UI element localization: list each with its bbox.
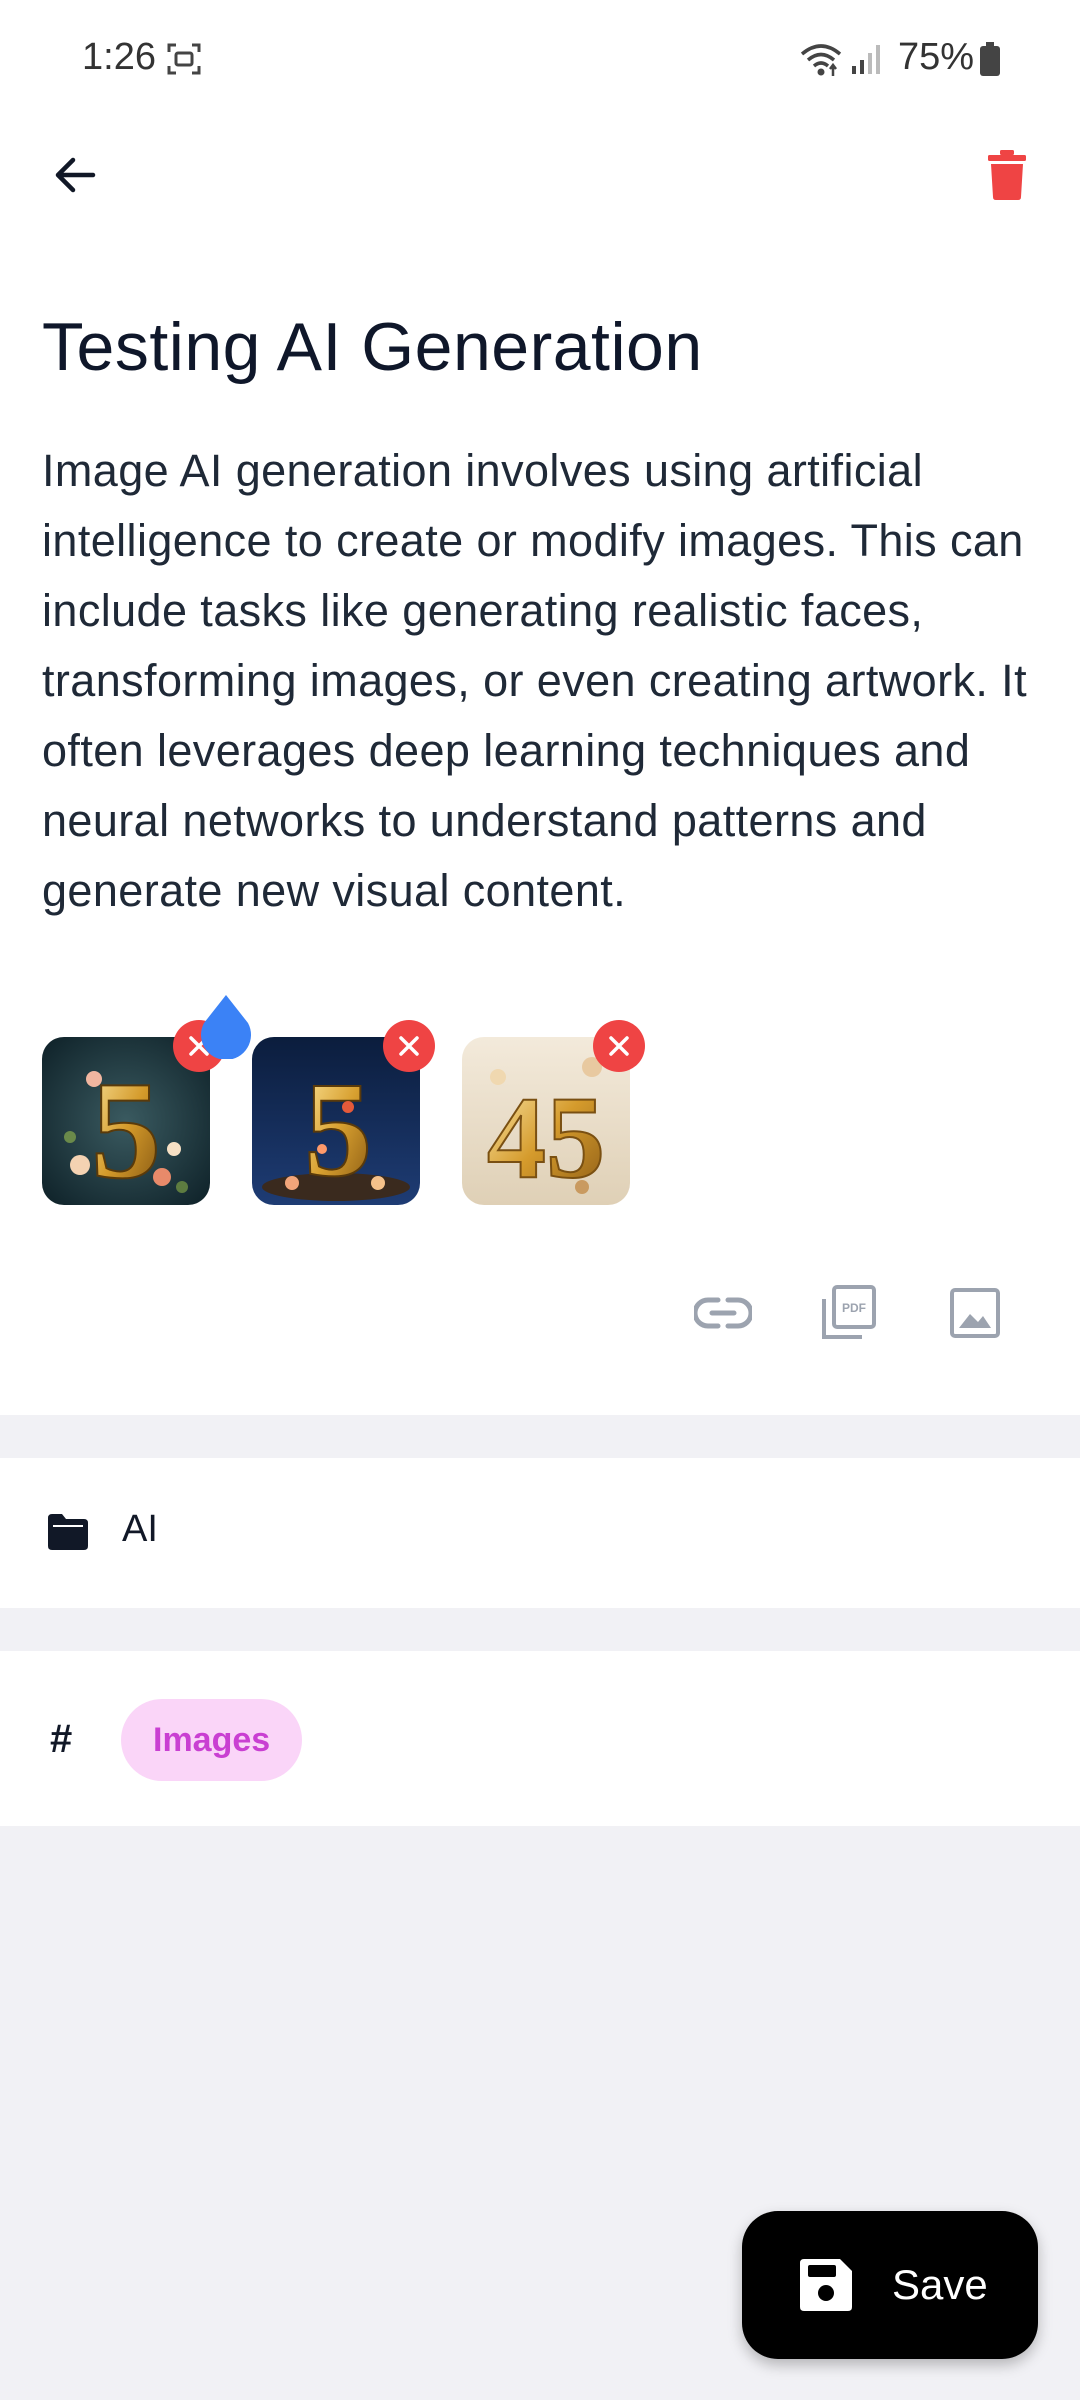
- tag-chip[interactable]: Images: [121, 1699, 303, 1781]
- add-link-button[interactable]: [693, 1283, 753, 1343]
- wifi-icon: [800, 44, 842, 76]
- link-icon: [694, 1297, 752, 1329]
- close-icon: [609, 1036, 629, 1056]
- note-title[interactable]: Testing AI Generation: [42, 308, 703, 386]
- delete-button[interactable]: [972, 140, 1042, 210]
- remove-image-button-3[interactable]: [593, 1020, 645, 1072]
- status-time: 1:26: [82, 36, 156, 78]
- back-button[interactable]: [40, 140, 110, 210]
- add-image-button[interactable]: [945, 1283, 1005, 1343]
- save-button[interactable]: Save: [742, 2211, 1038, 2359]
- add-pdf-button[interactable]: PDF: [818, 1283, 878, 1343]
- svg-text:5: 5: [91, 1053, 161, 1205]
- tags-row: # Images: [0, 1651, 1080, 1826]
- status-bar: 1:26 75%: [0, 0, 1080, 120]
- arrow-left-icon: [55, 157, 96, 193]
- battery-percentage: 75%: [898, 36, 975, 78]
- note-body[interactable]: Image AI generation involves using artif…: [42, 436, 1052, 926]
- pdf-icon: PDF: [822, 1285, 876, 1339]
- drag-handle-icon[interactable]: [198, 993, 254, 1059]
- signal-icon: [852, 45, 880, 74]
- folder-icon: [48, 1514, 88, 1550]
- hashtag-icon: #: [50, 1717, 73, 1761]
- image-icon: [950, 1288, 1000, 1338]
- battery-icon: [980, 42, 1000, 76]
- folder-label: AI: [122, 1508, 158, 1550]
- floppy-disk-icon: [800, 2259, 852, 2311]
- screen-record-icon: [167, 43, 201, 75]
- svg-text:PDF: PDF: [842, 1301, 866, 1315]
- save-label: Save: [892, 2261, 988, 2308]
- svg-text:5: 5: [304, 1055, 372, 1205]
- trash-icon: [988, 150, 1026, 200]
- remove-image-button-2[interactable]: [383, 1020, 435, 1072]
- folder-selector[interactable]: AI: [0, 1458, 1080, 1608]
- close-icon: [399, 1036, 419, 1056]
